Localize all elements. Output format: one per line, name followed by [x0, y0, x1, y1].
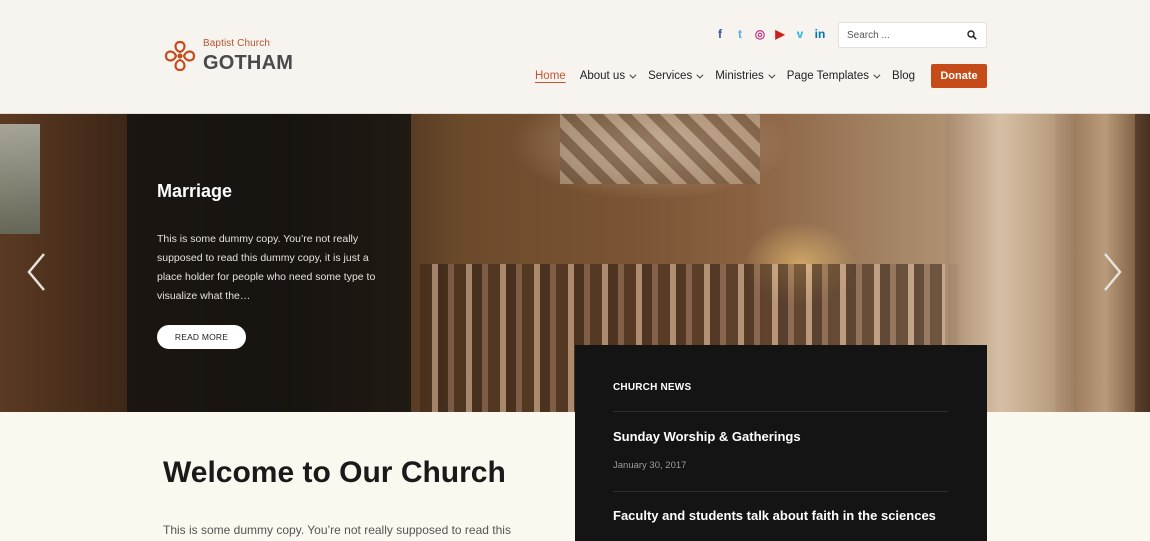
search-box	[838, 22, 987, 48]
slide-caption-panel: Marriage This is some dummy copy. You’re…	[127, 114, 411, 412]
youtube-icon[interactable]: ▶	[770, 27, 790, 41]
chancel-floor	[560, 114, 760, 184]
chevron-right-icon[interactable]	[1103, 252, 1123, 292]
nav-label: Services	[648, 70, 693, 82]
vimeo-icon[interactable]: v	[790, 27, 810, 41]
chevron-down-icon	[629, 71, 637, 79]
news-heading: CHURCH NEWS	[613, 382, 692, 393]
nav-item-blog[interactable]: Blog	[892, 70, 915, 82]
site-logo[interactable]: Baptist Church GOTHAM	[163, 38, 293, 74]
stained-glass-window	[0, 124, 40, 234]
nav-label: Page Templates	[786, 70, 870, 82]
logo-title: GOTHAM	[203, 52, 294, 74]
nav-item-about-us[interactable]: About us	[579, 70, 637, 82]
nav-item-ministries[interactable]: Ministries	[715, 70, 776, 82]
news-item-title[interactable]: Sunday Worship & Gatherings	[613, 429, 801, 444]
facebook-icon[interactable]: f	[710, 27, 730, 41]
church-logo-icon	[164, 40, 196, 72]
social-links: f t ◎ ▶ v in	[710, 27, 830, 41]
chevron-left-icon[interactable]	[26, 252, 46, 292]
news-item-title[interactable]: Faculty and students talk about faith in…	[613, 508, 936, 523]
nav-label: About us	[579, 70, 626, 82]
main-nav: Home About us Services Ministries Page Templ…	[535, 64, 929, 88]
church-news-panel: CHURCH NEWS Sunday Worship & Gatherings …	[575, 345, 987, 541]
search-input[interactable]	[839, 23, 959, 47]
welcome-text: This is some dummy copy. You’re not real…	[163, 523, 511, 537]
linkedin-icon[interactable]: in	[810, 27, 830, 41]
instagram-icon[interactable]: ◎	[750, 27, 770, 41]
nav-item-services[interactable]: Services	[648, 70, 704, 82]
slide-title: Marriage	[157, 181, 233, 201]
slide-description: This is some dummy copy. You’re not real…	[157, 233, 376, 302]
nav-label: Blog	[892, 70, 916, 82]
logo-subtitle: Baptist Church	[203, 38, 270, 49]
site-header: Baptist Church GOTHAM ft◎▶vin Home About …	[0, 0, 1150, 114]
welcome-heading: Welcome to Our Church	[163, 456, 506, 489]
nav-label: Home	[535, 70, 566, 82]
nav-item-page-templates[interactable]: Page Templates	[786, 70, 881, 82]
twitter-icon[interactable]: t	[730, 27, 750, 41]
divider	[613, 411, 949, 412]
chevron-down-icon	[873, 71, 881, 79]
nav-label: Ministries	[715, 70, 764, 82]
chevron-down-icon	[768, 71, 776, 79]
donate-button[interactable]: Donate	[931, 64, 987, 88]
news-item-date: January 30, 2017	[613, 460, 687, 471]
read-more-button[interactable]: READ MORE	[157, 325, 246, 349]
nav-item-home[interactable]: Home	[535, 70, 566, 82]
chevron-down-icon	[696, 71, 704, 79]
divider	[613, 491, 949, 492]
search-icon[interactable]	[967, 30, 977, 40]
